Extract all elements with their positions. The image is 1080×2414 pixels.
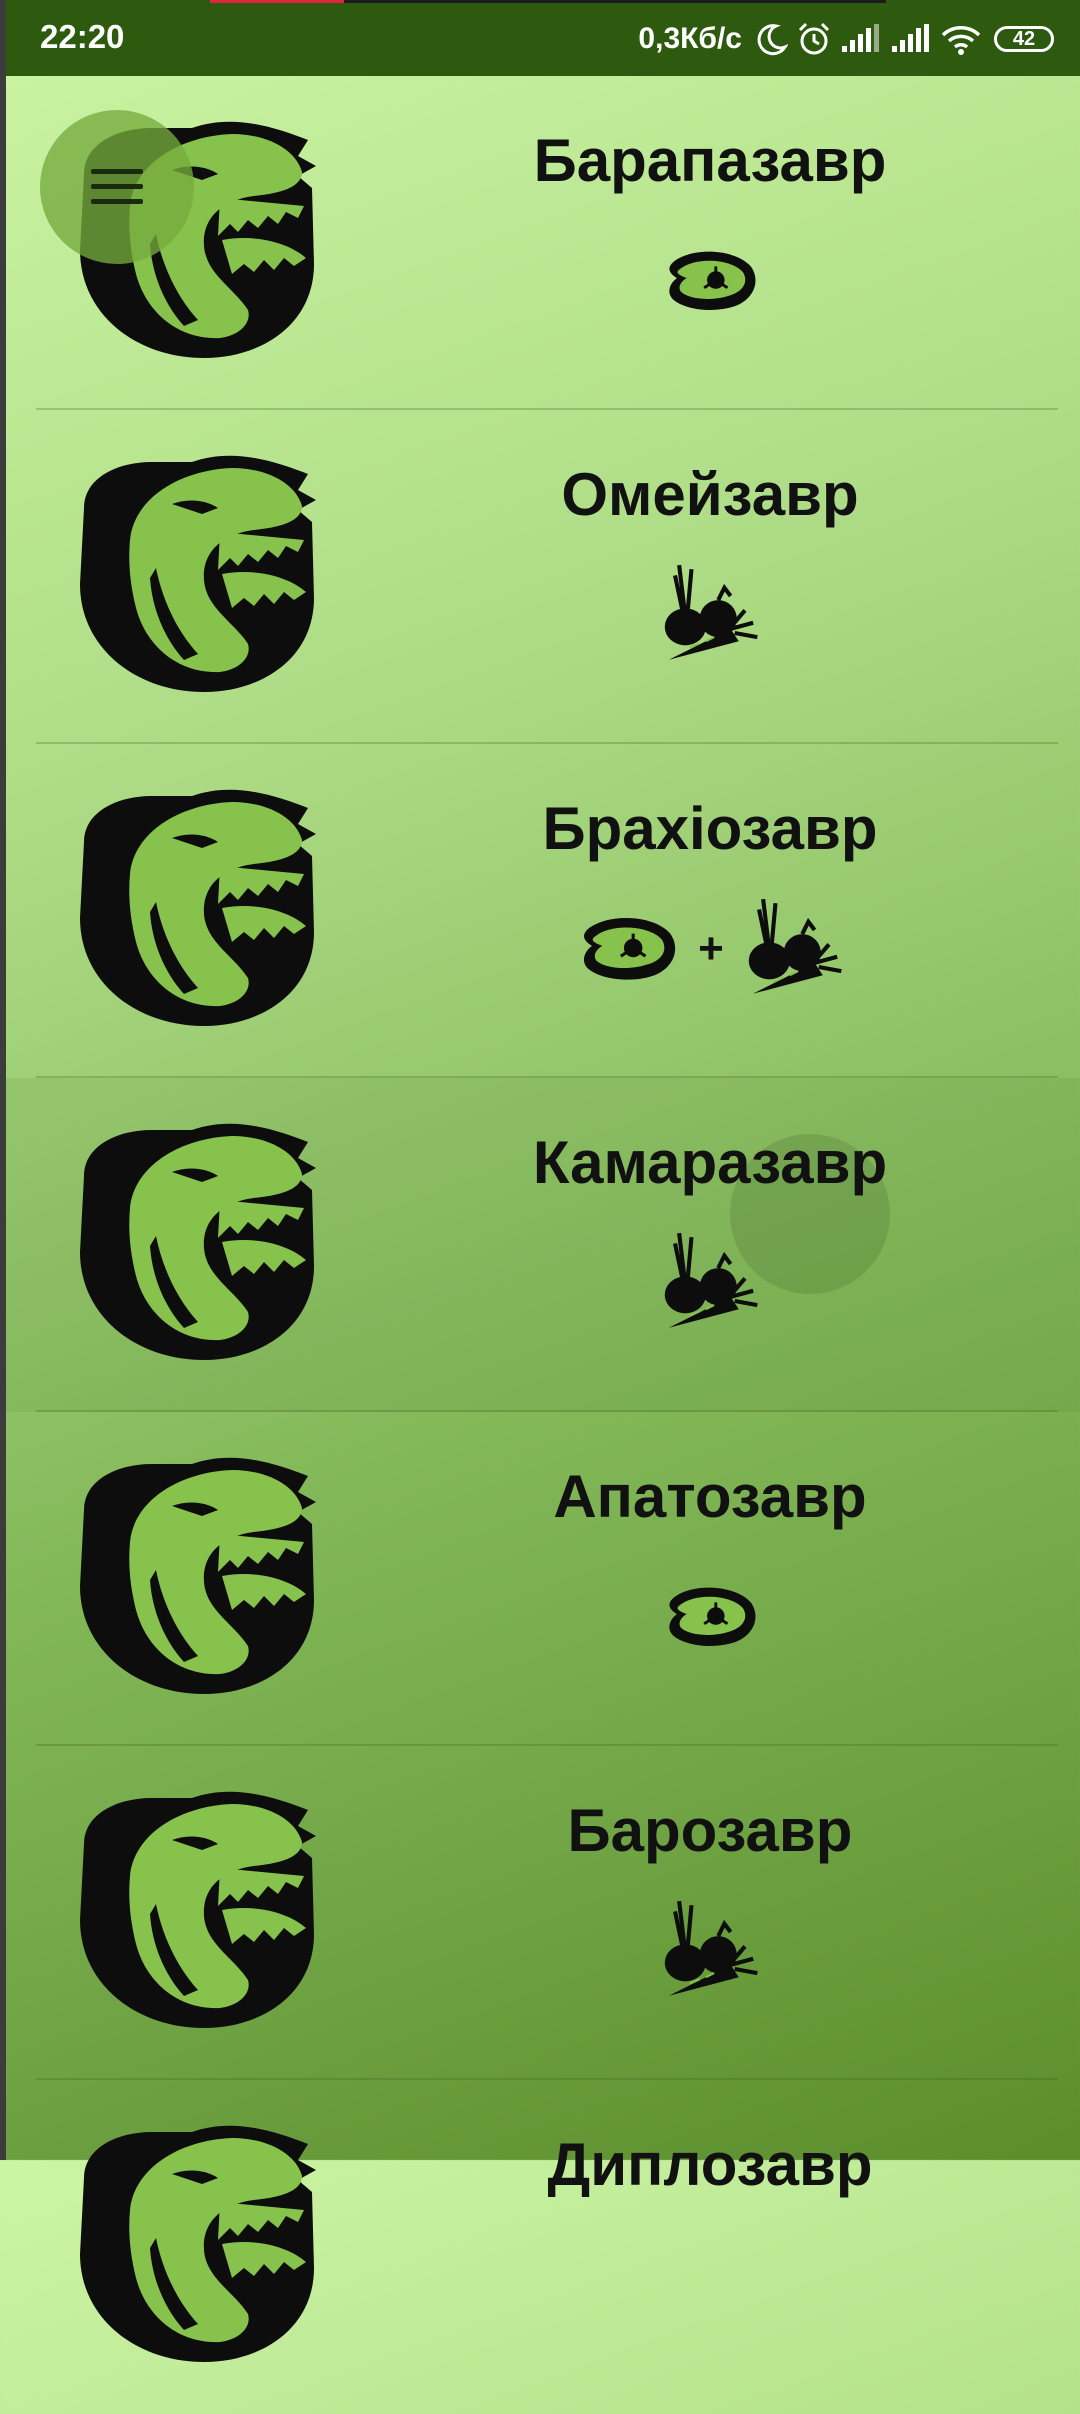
dinosaur-emblem-icon xyxy=(80,455,316,692)
status-bar: 22:20 0,3Кб/с 42 xyxy=(0,0,1080,76)
moon-icon xyxy=(757,24,788,56)
dinosaur-name: Барапазавр xyxy=(533,127,887,194)
diet-icons xyxy=(420,1228,1000,1338)
dinosaur-name: Барозавр xyxy=(567,1797,853,1864)
dinosaur-name: Камаразавр xyxy=(532,1129,888,1196)
diet-icons xyxy=(420,560,1000,670)
diet-icons xyxy=(420,1896,1000,2006)
dinosaur-emblem-icon xyxy=(80,1791,316,2028)
screen-edge xyxy=(0,0,6,2160)
page-load-progress xyxy=(210,0,344,3)
alarm-icon xyxy=(798,22,830,55)
dinosaur-emblem-icon xyxy=(80,789,316,1026)
vegetables-icon xyxy=(658,1897,762,2005)
diet-plus: + xyxy=(698,924,724,973)
diet-icons: + xyxy=(420,894,1000,1004)
list-item[interactable]: Брахіозавр + xyxy=(0,744,1080,1078)
diet-icons xyxy=(420,226,1000,336)
dinosaur-emblem-icon xyxy=(80,1457,316,1694)
status-time: 22:20 xyxy=(40,18,125,55)
network-speed: 0,3Кб/с xyxy=(638,22,742,55)
signal-icon xyxy=(842,24,879,52)
dinosaur-list[interactable]: Барапазавр Омейзавр Брахіозавр + Камараз… xyxy=(0,76,1080,2414)
hamburger-menu-icon xyxy=(91,169,143,204)
vegetables-icon xyxy=(658,1229,762,1337)
meat-icon xyxy=(667,250,757,312)
dinosaur-name: Брахіозавр xyxy=(542,795,878,862)
list-item[interactable]: Барозавр xyxy=(0,1746,1080,2080)
dinosaur-name: Диплозавр xyxy=(547,2131,873,2198)
dinosaur-name: Апатозавр xyxy=(553,1463,867,1530)
vegetables-icon xyxy=(658,561,762,669)
list-item[interactable]: Апатозавр xyxy=(0,1412,1080,1746)
menu-button[interactable] xyxy=(40,110,194,264)
dinosaur-emblem-icon xyxy=(80,2125,316,2362)
wifi-icon xyxy=(941,26,981,55)
list-item[interactable]: Омейзавр xyxy=(0,410,1080,744)
battery-icon: 42 xyxy=(994,26,1054,52)
dinosaur-name: Омейзавр xyxy=(561,461,859,528)
dinosaur-emblem-icon xyxy=(80,1123,316,1360)
signal-icon xyxy=(892,24,929,52)
diet-icons xyxy=(420,1562,1000,1672)
vegetables-icon xyxy=(742,895,846,1003)
meat-icon xyxy=(582,916,677,982)
meat-icon xyxy=(667,1586,757,1648)
list-item[interactable]: Камаразавр xyxy=(0,1078,1080,1412)
list-item[interactable]: Диплозавр xyxy=(0,2080,1080,2414)
status-icons: 0,3Кб/с 42 xyxy=(638,14,1054,64)
